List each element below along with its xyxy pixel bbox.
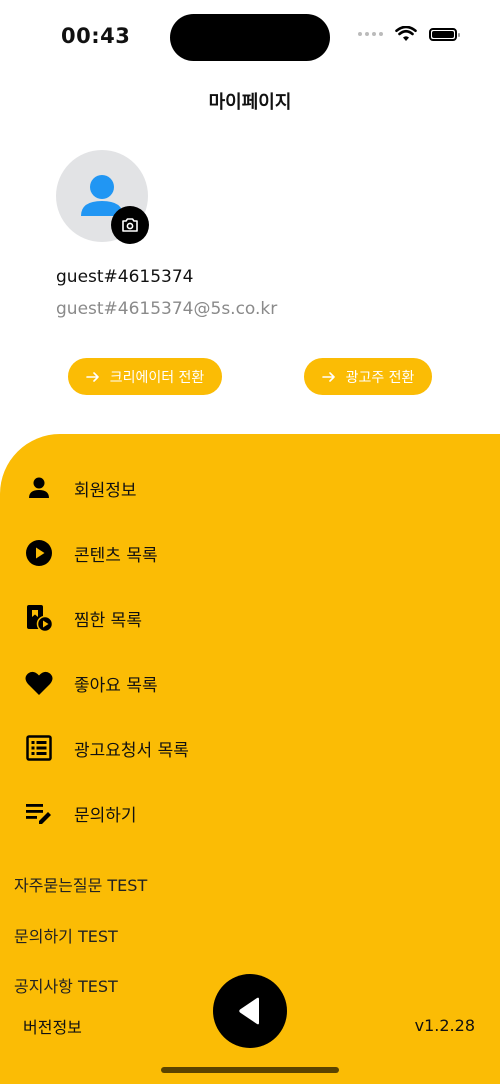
status-icons bbox=[358, 26, 460, 42]
menu-item-member-info[interactable]: 회원정보 bbox=[24, 470, 137, 506]
user-email: guest#4615374@5s.co.kr bbox=[56, 299, 278, 319]
creator-switch-label: 크리에이터 전환 bbox=[109, 369, 205, 386]
menu-item-saved-list[interactable]: 찜한 목록 bbox=[24, 600, 142, 636]
signal-icon bbox=[358, 32, 383, 36]
play-circle-icon bbox=[24, 538, 54, 568]
notice-test-link[interactable]: 공지사항 TEST bbox=[14, 973, 118, 997]
battery-icon bbox=[429, 27, 460, 41]
triangle-left-icon bbox=[239, 997, 259, 1025]
advertiser-switch-label: 광고주 전환 bbox=[345, 369, 415, 386]
creator-switch-button[interactable]: 크리에이터 전환 bbox=[68, 358, 222, 395]
version-label: 버전정보 bbox=[23, 1018, 82, 1037]
dynamic-island bbox=[170, 14, 330, 61]
home-indicator bbox=[161, 1067, 339, 1073]
menu-item-liked-list[interactable]: 좋아요 목록 bbox=[24, 665, 158, 701]
edit-note-icon bbox=[24, 798, 54, 828]
person-icon bbox=[24, 473, 54, 503]
menu-item-ad-request-list[interactable]: 광고요청서 목록 bbox=[24, 730, 189, 766]
page-title: 마이페이지 bbox=[208, 92, 292, 113]
inquiry-test-link[interactable]: 문의하기 TEST bbox=[14, 923, 118, 947]
menu-item-label: 찜한 목록 bbox=[74, 610, 142, 631]
menu-item-label: 좋아요 목록 bbox=[74, 675, 158, 696]
camera-icon bbox=[122, 218, 138, 232]
faq-test-link[interactable]: 자주묻는질문 TEST bbox=[14, 872, 147, 896]
username: guest#4615374 bbox=[56, 267, 194, 287]
bookmark-play-icon bbox=[24, 603, 54, 633]
advertiser-switch-button[interactable]: 광고주 전환 bbox=[304, 358, 432, 395]
menu-item-inquiry[interactable]: 문의하기 bbox=[24, 795, 137, 831]
version-number: v1.2.28 bbox=[414, 1016, 475, 1035]
menu-item-label: 회원정보 bbox=[74, 480, 137, 501]
status-time: 00:43 bbox=[61, 24, 131, 48]
menu-item-label: 문의하기 bbox=[74, 805, 137, 826]
arrow-right-icon bbox=[85, 371, 99, 382]
arrow-right-icon bbox=[321, 371, 335, 382]
wifi-icon bbox=[395, 26, 417, 41]
back-button[interactable] bbox=[213, 974, 287, 1048]
menu-item-label: 콘텐츠 목록 bbox=[74, 545, 158, 566]
menu-item-label: 광고요청서 목록 bbox=[74, 740, 189, 761]
heart-icon bbox=[24, 668, 54, 698]
menu-item-content-list[interactable]: 콘텐츠 목록 bbox=[24, 535, 158, 571]
change-photo-button[interactable] bbox=[111, 206, 149, 244]
list-icon bbox=[24, 733, 54, 763]
